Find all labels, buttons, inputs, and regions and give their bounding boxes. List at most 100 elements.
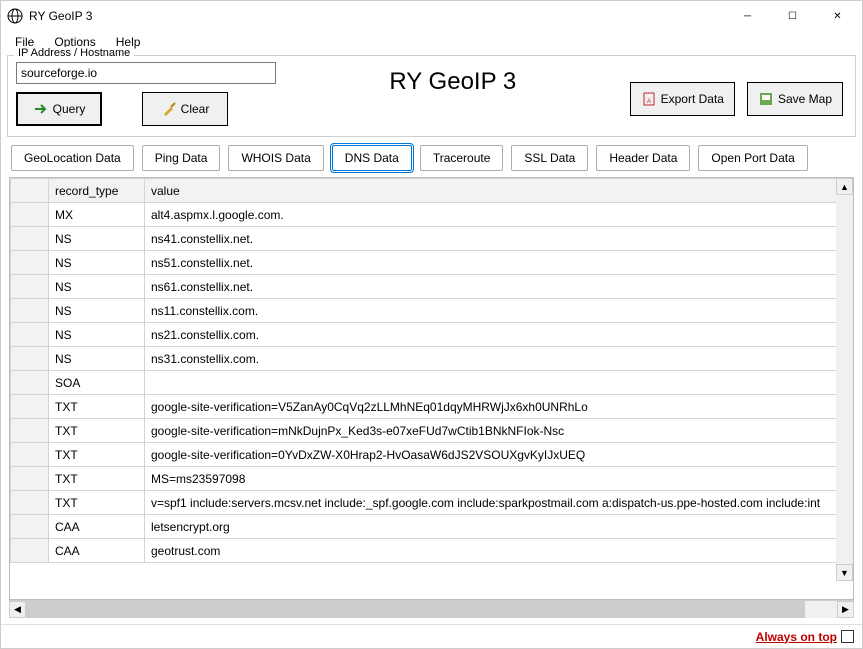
table-header-row: record_type value — [11, 179, 853, 203]
cell-record-type: NS — [49, 275, 145, 299]
cell-value: v=spf1 include:servers.mcsv.net include:… — [145, 491, 853, 515]
cell-value: ns61.constellix.net. — [145, 275, 853, 299]
table-row[interactable]: TXTgoogle-site-verification=mNkDujnPx_Ke… — [11, 419, 853, 443]
table-row[interactable]: TXTgoogle-site-verification=0YvDxZW-X0Hr… — [11, 443, 853, 467]
export-data-button[interactable]: A Export Data — [630, 82, 735, 116]
cell-record-type: NS — [49, 227, 145, 251]
table-row[interactable]: NSns51.constellix.net. — [11, 251, 853, 275]
row-stub — [11, 251, 49, 275]
clear-button[interactable]: Clear — [142, 92, 228, 126]
cell-value: alt4.aspmx.l.google.com. — [145, 203, 853, 227]
maximize-button[interactable]: ☐ — [770, 1, 815, 31]
vertical-scrollbar[interactable]: ▲ ▼ — [836, 178, 853, 581]
row-stub — [11, 347, 49, 371]
cell-value: ns21.constellix.com. — [145, 323, 853, 347]
always-on-top-checkbox[interactable] — [841, 630, 854, 643]
cell-record-type: SOA — [49, 371, 145, 395]
cell-record-type: TXT — [49, 467, 145, 491]
row-stub — [11, 275, 49, 299]
scroll-right-icon[interactable]: ▶ — [837, 601, 854, 618]
svg-text:A: A — [647, 99, 651, 105]
row-stub — [11, 443, 49, 467]
table-row[interactable]: NSns21.constellix.com. — [11, 323, 853, 347]
tab-bar: GeoLocation Data Ping Data WHOIS Data DN… — [1, 139, 862, 175]
col-record-type[interactable]: record_type — [49, 179, 145, 203]
cell-value: ns51.constellix.net. — [145, 251, 853, 275]
cell-value: google-site-verification=V5ZanAy0CqVq2zL… — [145, 395, 853, 419]
row-stub — [11, 323, 49, 347]
cell-record-type: NS — [49, 299, 145, 323]
tab-whois[interactable]: WHOIS Data — [228, 145, 323, 171]
always-on-top-link[interactable]: Always on top — [756, 630, 837, 644]
cell-value: ns31.constellix.com. — [145, 347, 853, 371]
tab-ping[interactable]: Ping Data — [142, 145, 221, 171]
table-row[interactable]: MXalt4.aspmx.l.google.com. — [11, 203, 853, 227]
table-row[interactable]: TXTv=spf1 include:servers.mcsv.net inclu… — [11, 491, 853, 515]
export-data-label: Export Data — [661, 92, 724, 106]
cell-value: ns41.constellix.net. — [145, 227, 853, 251]
cell-record-type: TXT — [49, 491, 145, 515]
col-value[interactable]: value — [145, 179, 853, 203]
table-row[interactable]: TXTgoogle-site-verification=V5ZanAy0CqVq… — [11, 395, 853, 419]
ip-fieldset: IP Address / Hostname Query Clear RY Geo… — [7, 55, 856, 137]
ip-input[interactable] — [16, 62, 276, 84]
cell-record-type: CAA — [49, 515, 145, 539]
cell-record-type: TXT — [49, 443, 145, 467]
table-row[interactable]: TXTMS=ms23597098 — [11, 467, 853, 491]
row-stub — [11, 299, 49, 323]
globe-icon — [7, 8, 23, 24]
table-row[interactable]: CAAgeotrust.com — [11, 539, 853, 563]
tab-geolocation[interactable]: GeoLocation Data — [11, 145, 134, 171]
cell-value: MS=ms23597098 — [145, 467, 853, 491]
row-stub — [11, 395, 49, 419]
save-map-label: Save Map — [778, 92, 832, 106]
table-row[interactable]: CAAletsencrypt.org — [11, 515, 853, 539]
row-stub — [11, 203, 49, 227]
cell-value: ns11.constellix.com. — [145, 299, 853, 323]
clear-button-label: Clear — [181, 102, 210, 116]
row-header-stub — [11, 179, 49, 203]
row-stub — [11, 539, 49, 563]
titlebar: RY GeoIP 3 ─ ☐ ✕ — [1, 1, 862, 31]
cell-value — [145, 371, 853, 395]
cell-record-type: NS — [49, 347, 145, 371]
row-stub — [11, 491, 49, 515]
minimize-button[interactable]: ─ — [725, 1, 770, 31]
table-row[interactable]: NSns11.constellix.com. — [11, 299, 853, 323]
broom-icon — [161, 101, 177, 117]
close-button[interactable]: ✕ — [815, 1, 860, 31]
data-grid: record_type value MXalt4.aspmx.l.google.… — [9, 177, 854, 600]
cell-record-type: MX — [49, 203, 145, 227]
cell-value: google-site-verification=0YvDxZW-X0Hrap2… — [145, 443, 853, 467]
tab-header[interactable]: Header Data — [596, 145, 690, 171]
table-row[interactable]: NSns41.constellix.net. — [11, 227, 853, 251]
cell-value: google-site-verification=mNkDujnPx_Ked3s… — [145, 419, 853, 443]
scroll-up-icon[interactable]: ▲ — [836, 178, 853, 195]
tab-ssl[interactable]: SSL Data — [511, 145, 588, 171]
row-stub — [11, 419, 49, 443]
cell-record-type: NS — [49, 251, 145, 275]
scroll-down-icon[interactable]: ▼ — [836, 564, 853, 581]
tab-traceroute[interactable]: Traceroute — [420, 145, 504, 171]
table-row[interactable]: NSns31.constellix.com. — [11, 347, 853, 371]
table-row[interactable]: SOA — [11, 371, 853, 395]
cell-value: geotrust.com — [145, 539, 853, 563]
status-bar: Always on top — [1, 624, 862, 648]
cell-record-type: TXT — [49, 419, 145, 443]
map-disk-icon — [758, 91, 774, 107]
app-title: RY GeoIP 3 — [276, 62, 630, 96]
save-map-button[interactable]: Save Map — [747, 82, 843, 116]
tab-dns[interactable]: DNS Data — [332, 145, 412, 171]
query-button[interactable]: Query — [16, 92, 102, 126]
tab-openport[interactable]: Open Port Data — [698, 145, 807, 171]
cell-record-type: NS — [49, 323, 145, 347]
scroll-left-icon[interactable]: ◀ — [9, 601, 26, 618]
fieldset-legend: IP Address / Hostname — [14, 47, 134, 59]
cell-record-type: CAA — [49, 539, 145, 563]
cell-record-type: TXT — [49, 395, 145, 419]
table-row[interactable]: NSns61.constellix.net. — [11, 275, 853, 299]
arrow-right-icon — [33, 101, 49, 117]
cell-value: letsencrypt.org — [145, 515, 853, 539]
row-stub — [11, 227, 49, 251]
horizontal-scrollbar[interactable]: ◀ ▶ — [9, 600, 854, 618]
